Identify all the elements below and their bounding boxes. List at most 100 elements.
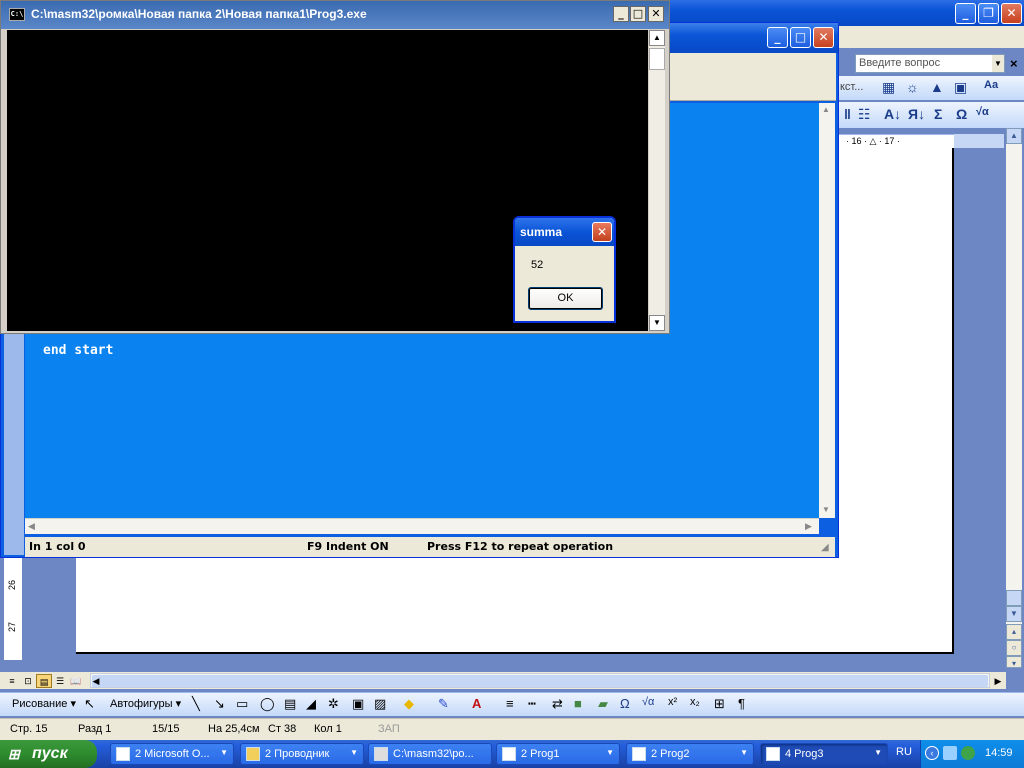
equation-icon[interactable]: √α — [976, 106, 989, 118]
task-masm[interactable]: C:\masm32\po... — [368, 743, 492, 765]
scroll-right-icon[interactable]: ▶ — [805, 521, 812, 532]
scroll-up-icon[interactable]: ▲ — [1006, 128, 1022, 144]
normal-view-icon[interactable]: ≡ — [4, 674, 20, 688]
document-map-icon[interactable]: ▣ — [954, 79, 967, 96]
superscript-icon[interactable]: x² — [668, 696, 677, 708]
status-page: Стр. 15 — [10, 723, 48, 735]
network-icon[interactable] — [943, 746, 957, 760]
pilcrow-icon[interactable]: ¶ — [738, 696, 745, 711]
scroll-left-icon[interactable]: ◀ — [28, 521, 35, 532]
fill-color-icon[interactable]: ◆ — [404, 696, 414, 712]
scroll-thumb[interactable] — [92, 675, 988, 687]
scroll-right-icon[interactable]: ▶ — [990, 674, 1006, 688]
scroll-down-icon[interactable]: ▼ — [1006, 606, 1022, 622]
drawing-menu-button[interactable]: Рисование ▾ — [12, 697, 76, 710]
console-minimize-button[interactable]: _ — [613, 6, 629, 22]
window-icon — [502, 747, 516, 761]
diagram-icon[interactable]: ✲ — [328, 696, 339, 712]
word-restore-button[interactable]: ❐ — [978, 3, 999, 24]
word-horizontal-scrollbar[interactable] — [0, 672, 1006, 689]
chevron-down-icon[interactable]: ▼ — [992, 55, 1004, 72]
textbox-icon[interactable]: ▤ — [284, 696, 296, 712]
next-page-icon[interactable]: ▾ — [1006, 656, 1022, 668]
word-vertical-scrollbar[interactable]: ▲ ▼ ▴ ○ ▾ — [1006, 128, 1022, 668]
arrow-icon[interactable]: ↘ — [214, 696, 225, 712]
omega-icon[interactable]: Ω — [956, 106, 967, 122]
console-maximize-button[interactable]: □ — [630, 6, 646, 22]
close-icon[interactable]: ✕ — [592, 222, 612, 242]
wordart-icon[interactable]: ◢ — [306, 696, 316, 712]
subscript-icon[interactable]: x₂ — [690, 696, 700, 708]
scroll-up-icon[interactable]: ▲ — [822, 105, 830, 114]
line-style-icon[interactable]: ≡ — [506, 696, 514, 711]
rectangle-icon[interactable]: ▭ — [236, 696, 248, 712]
resize-grip-icon[interactable]: ◢ — [821, 542, 829, 553]
help-search-input[interactable]: Введите вопрос ▼ — [855, 54, 1005, 73]
console-titlebar[interactable]: C:\ C:\masm32\ромка\Новая папка 2\Новая … — [1, 1, 669, 29]
sort-descending-icon[interactable]: Я↓ — [908, 106, 925, 122]
start-button[interactable]: ⊞ пуск — [0, 740, 97, 768]
clipart-icon[interactable]: ▣ — [352, 696, 364, 712]
task-prog2[interactable]: 2 Prog2 ▼ — [626, 743, 754, 765]
web-view-icon[interactable]: ⊡ — [20, 674, 36, 688]
close-document-icon[interactable]: × — [1010, 56, 1018, 71]
omega-icon[interactable]: Ω — [620, 696, 630, 711]
insert-icon[interactable]: ⊞ — [714, 696, 725, 712]
task-prog3[interactable]: 4 Prog3 ▼ — [760, 743, 888, 765]
dash-style-icon[interactable]: ┅ — [528, 696, 536, 712]
task-explorer[interactable]: 2 Проводник ▼ — [240, 743, 364, 765]
drawing-toggle-icon[interactable]: ▲ — [930, 79, 944, 95]
line-color-icon[interactable]: ✎ — [438, 696, 449, 712]
3d-icon[interactable]: ▰ — [598, 696, 608, 712]
scroll-thumb[interactable] — [1006, 590, 1022, 606]
word-toolbar-formatting: ‖ ☷ A↓ Я↓ Σ Ω √α — [838, 102, 1024, 128]
table-icon[interactable]: ☷ — [858, 106, 871, 123]
research-icon[interactable]: ☼ — [906, 79, 919, 95]
sum-icon[interactable]: Σ — [934, 106, 942, 122]
select-browse-object-icon[interactable]: ○ — [1006, 640, 1022, 656]
font-color-icon[interactable]: A — [472, 696, 481, 711]
message-box-titlebar[interactable]: summa ✕ — [515, 218, 614, 246]
line-icon[interactable]: ╲ — [192, 696, 200, 712]
console-icon[interactable]: C:\ — [9, 8, 25, 21]
editor-maximize-button[interactable]: □ — [790, 27, 811, 48]
task-word[interactable]: 2 Microsoft O... ▼ — [110, 743, 234, 765]
scroll-up-icon[interactable]: ▲ — [649, 30, 665, 46]
status-rec[interactable]: ЗАП — [378, 723, 400, 735]
font-style-icon[interactable]: Aa — [984, 79, 998, 91]
scroll-left-icon[interactable]: ◀ — [88, 674, 104, 688]
ok-button[interactable]: OK — [528, 287, 603, 310]
scroll-down-icon[interactable]: ▼ — [649, 315, 665, 331]
columns-icon[interactable]: ‖ — [844, 106, 851, 122]
sort-ascending-icon[interactable]: A↓ — [884, 106, 901, 122]
console-close-button[interactable]: ✕ — [648, 6, 664, 22]
scroll-thumb[interactable] — [649, 48, 665, 70]
oval-icon[interactable]: ◯ — [260, 696, 275, 712]
cursor-position: In 1 col 0 — [29, 540, 86, 553]
antivirus-icon[interactable] — [961, 746, 975, 760]
print-layout-icon[interactable]: ▤ — [36, 674, 52, 688]
scroll-down-icon[interactable]: ▼ — [822, 505, 830, 514]
word-close-button[interactable]: ✕ — [1001, 3, 1022, 24]
equation-icon[interactable]: √α — [642, 696, 654, 708]
reading-view-icon[interactable]: 📖 — [68, 674, 84, 688]
editor-close-button[interactable]: ✕ — [813, 27, 834, 48]
code-vertical-scrollbar[interactable]: ▲ ▼ — [819, 103, 835, 518]
horizontal-ruler[interactable]: · 16 · △ · 17 · — [838, 134, 954, 148]
shadow-icon[interactable]: ■ — [574, 696, 582, 711]
console-scrollbar[interactable]: ▲ ▼ — [649, 30, 665, 331]
code-horizontal-scrollbar[interactable]: ◀ ▶ — [25, 518, 819, 534]
arrow-style-icon[interactable]: ⇄ — [552, 696, 563, 712]
chevron-left-icon[interactable]: ‹ — [925, 746, 939, 760]
prev-page-icon[interactable]: ▴ — [1006, 624, 1022, 640]
editor-minimize-button[interactable]: _ — [767, 27, 788, 48]
autoshapes-menu-button[interactable]: Автофигуры ▾ — [110, 697, 181, 710]
task-label: 2 Prog1 — [521, 748, 560, 760]
outline-view-icon[interactable]: ☰ — [52, 674, 68, 688]
task-prog1[interactable]: 2 Prog1 ▼ — [496, 743, 620, 765]
picture-icon[interactable]: ▨ — [374, 696, 386, 712]
preview-icon[interactable]: ▦ — [882, 79, 895, 96]
language-indicator[interactable]: RU — [896, 746, 912, 758]
select-objects-icon[interactable]: ↖ — [84, 696, 95, 712]
word-minimize-button[interactable]: _ — [955, 3, 976, 24]
